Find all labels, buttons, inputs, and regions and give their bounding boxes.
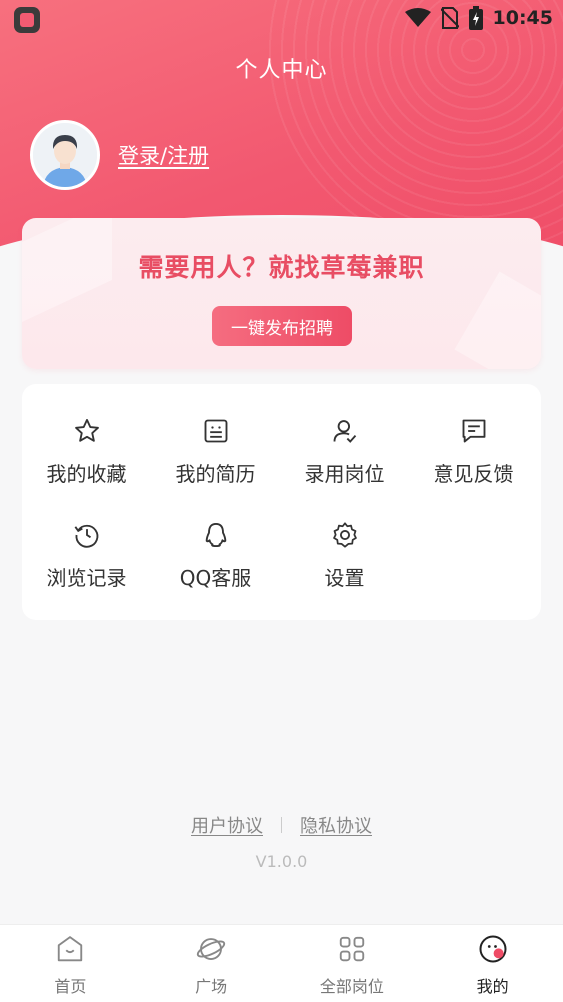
qq-icon [201, 520, 231, 550]
menu-label: 我的收藏 [46, 462, 127, 486]
menu-label: 意见反馈 [433, 462, 514, 486]
tab-square[interactable]: 广场 [141, 925, 282, 1002]
app-notification-icon [14, 7, 40, 33]
grid-icon [336, 933, 368, 965]
menu-item-resume[interactable]: 我的简历 [151, 416, 280, 506]
home-icon [54, 933, 86, 965]
menu-label: QQ客服 [179, 566, 252, 590]
menu-label: 我的简历 [175, 462, 256, 486]
tab-label: 我的 [476, 977, 509, 996]
tab-label: 广场 [195, 977, 228, 996]
star-icon [72, 416, 102, 446]
menu-item-qq-service[interactable]: QQ客服 [151, 520, 280, 610]
planet-icon [195, 933, 227, 965]
menu-label: 录用岗位 [304, 462, 385, 486]
user-agreement-link[interactable]: 用户协议 [191, 812, 263, 838]
menu-item-feedback[interactable]: 意见反馈 [409, 416, 538, 506]
wifi-icon [404, 8, 431, 27]
no-sim-icon [440, 7, 459, 29]
tab-label: 首页 [54, 977, 87, 996]
page-title: 个人中心 [235, 58, 328, 83]
battery-charging-icon [468, 6, 483, 30]
publish-job-button[interactable]: 一键发布招聘 [212, 306, 352, 346]
promo-decoration [454, 271, 541, 369]
avatar[interactable] [30, 120, 100, 190]
menu-label: 设置 [324, 566, 365, 590]
menu-item-favorites[interactable]: 我的收藏 [22, 416, 151, 506]
version-text: V1.0.0 [255, 852, 308, 871]
menu-item-settings[interactable]: 设置 [280, 520, 409, 610]
resume-icon [201, 416, 231, 446]
profile-face-icon [477, 933, 509, 965]
footer-divider [281, 817, 282, 833]
recruit-promo-banner: 需要用人？就找草莓兼职 一键发布招聘 [22, 218, 541, 369]
bottom-tab-bar: 首页 广场 全部岗位 我的 [0, 924, 563, 1002]
privacy-agreement-link[interactable]: 隐私协议 [300, 812, 372, 838]
tab-all-positions[interactable]: 全部岗位 [282, 925, 423, 1002]
tab-mine[interactable]: 我的 [422, 925, 563, 1002]
tab-home[interactable]: 首页 [0, 925, 141, 1002]
status-bar: 10:45 [0, 0, 563, 38]
tab-label: 全部岗位 [319, 977, 384, 996]
promo-title: 需要用人？就找草莓兼职 [138, 253, 425, 282]
gear-icon [330, 520, 360, 550]
menu-item-hired-positions[interactable]: 录用岗位 [280, 416, 409, 506]
user-check-icon [330, 416, 360, 446]
login-register-link[interactable]: 登录/注册 [118, 140, 209, 170]
status-time: 10:45 [492, 7, 553, 29]
menu-label: 浏览记录 [46, 566, 127, 590]
function-menu: 我的收藏 我的简历 录用岗位 意见反馈 浏览记录 QQ客服 设置 [22, 384, 541, 620]
history-icon [72, 520, 102, 550]
footer-links: 用户协议 隐私协议 [0, 812, 563, 838]
menu-item-history[interactable]: 浏览记录 [22, 520, 151, 610]
feedback-icon [459, 416, 489, 446]
